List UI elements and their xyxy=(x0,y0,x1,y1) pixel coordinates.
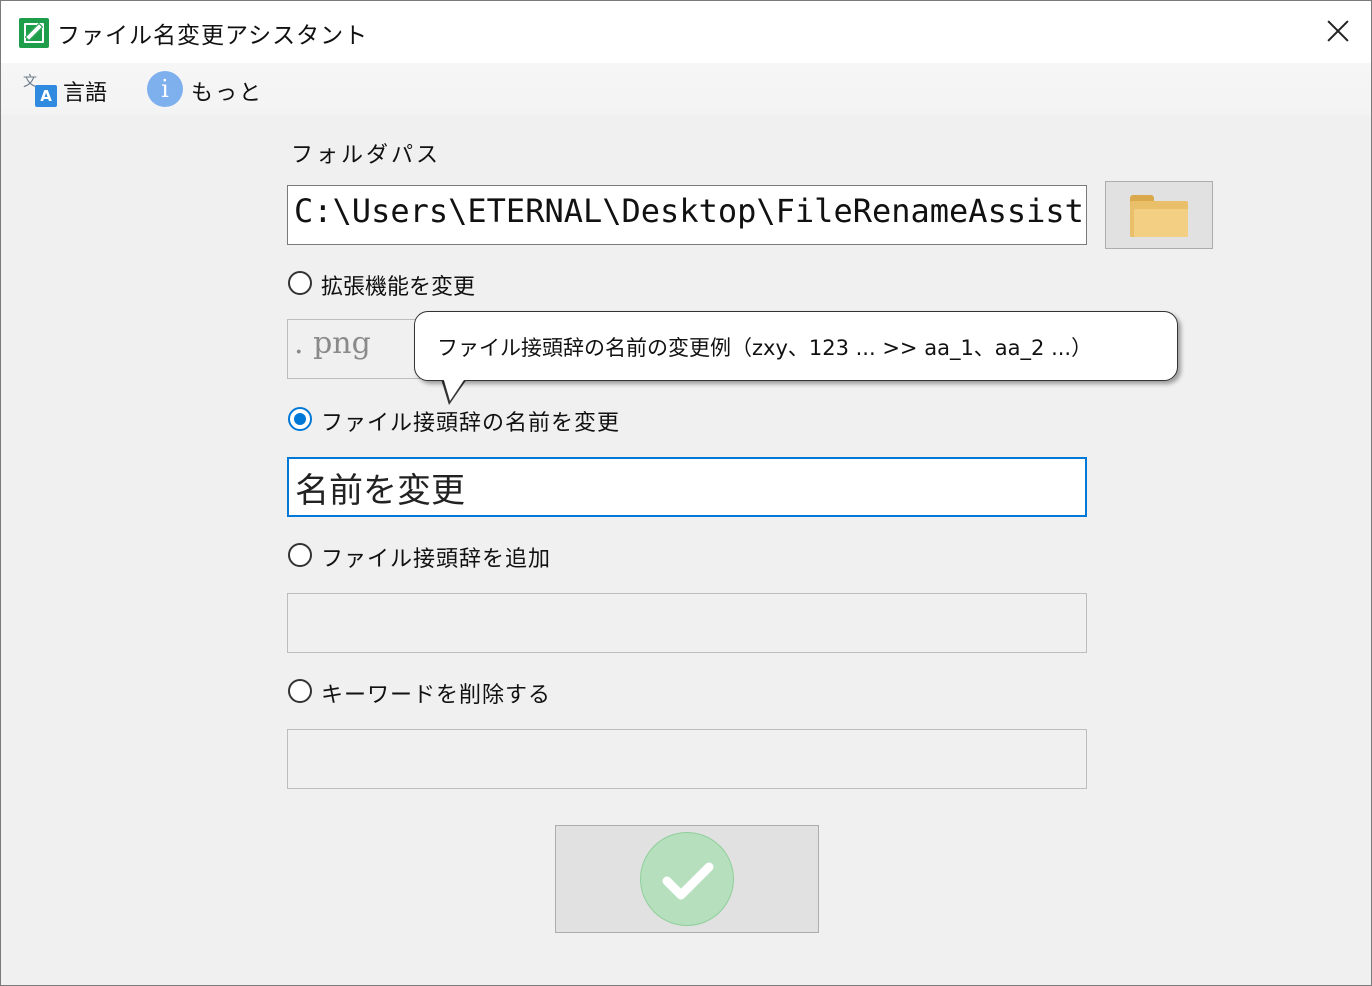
language-menu-label: 言語 xyxy=(63,81,108,106)
info-icon: i xyxy=(147,71,183,107)
more-menu-label: もっと xyxy=(191,81,264,106)
checkmark-icon xyxy=(640,832,734,926)
window-title: ファイル名変更アシスタント xyxy=(57,23,369,49)
change-extension-label: 拡張機能を変更 xyxy=(321,275,476,300)
translate-icon-glyph-a: A xyxy=(35,85,57,107)
add-prefix-input[interactable] xyxy=(287,593,1087,653)
confirm-button[interactable] xyxy=(555,825,819,933)
rename-prefix-input[interactable]: 名前を変更 xyxy=(287,457,1087,517)
close-button[interactable] xyxy=(1319,13,1357,51)
add-prefix-label: ファイル接頭辞を追加 xyxy=(321,547,552,572)
browse-folder-button[interactable] xyxy=(1105,181,1213,249)
folder-path-input[interactable]: C:\Users\ETERNAL\Desktop\FileRenameAssis… xyxy=(287,185,1087,245)
translate-icon: 文 A xyxy=(21,71,57,107)
menu-bar: 文 A 言語 i もっと xyxy=(1,63,1371,115)
tooltip-tail-inner xyxy=(443,377,466,401)
delete-keyword-radio[interactable] xyxy=(288,679,312,703)
change-extension-radio[interactable] xyxy=(288,271,312,295)
rename-example-tooltip: ファイル接頭辞の名前の変更例（zxy、123 ... >> aa_1、aa_2 … xyxy=(414,311,1178,381)
folder-path-label: フォルダパス xyxy=(291,143,442,168)
folder-icon xyxy=(1130,195,1188,237)
extension-input[interactable]: . png xyxy=(287,319,427,379)
tooltip-text: ファイル接頭辞の名前の変更例（zxy、123 ... >> aa_1、aa_2 … xyxy=(437,336,1093,360)
title-bar: ファイル名変更アシスタント xyxy=(1,1,1371,63)
rename-prefix-radio[interactable] xyxy=(288,407,312,431)
language-menu[interactable]: 文 A 言語 xyxy=(15,69,125,109)
delete-keyword-input[interactable] xyxy=(287,729,1087,789)
rename-app-icon xyxy=(19,18,49,48)
more-menu[interactable]: i もっと xyxy=(145,69,275,109)
file-rename-window: ファイル名変更アシスタント 文 A 言語 i もっと フォルダパス C:\Use… xyxy=(0,0,1372,986)
add-prefix-radio[interactable] xyxy=(288,543,312,567)
rename-prefix-label: ファイル接頭辞の名前を変更 xyxy=(321,411,621,436)
delete-keyword-label: キーワードを削除する xyxy=(321,683,552,708)
